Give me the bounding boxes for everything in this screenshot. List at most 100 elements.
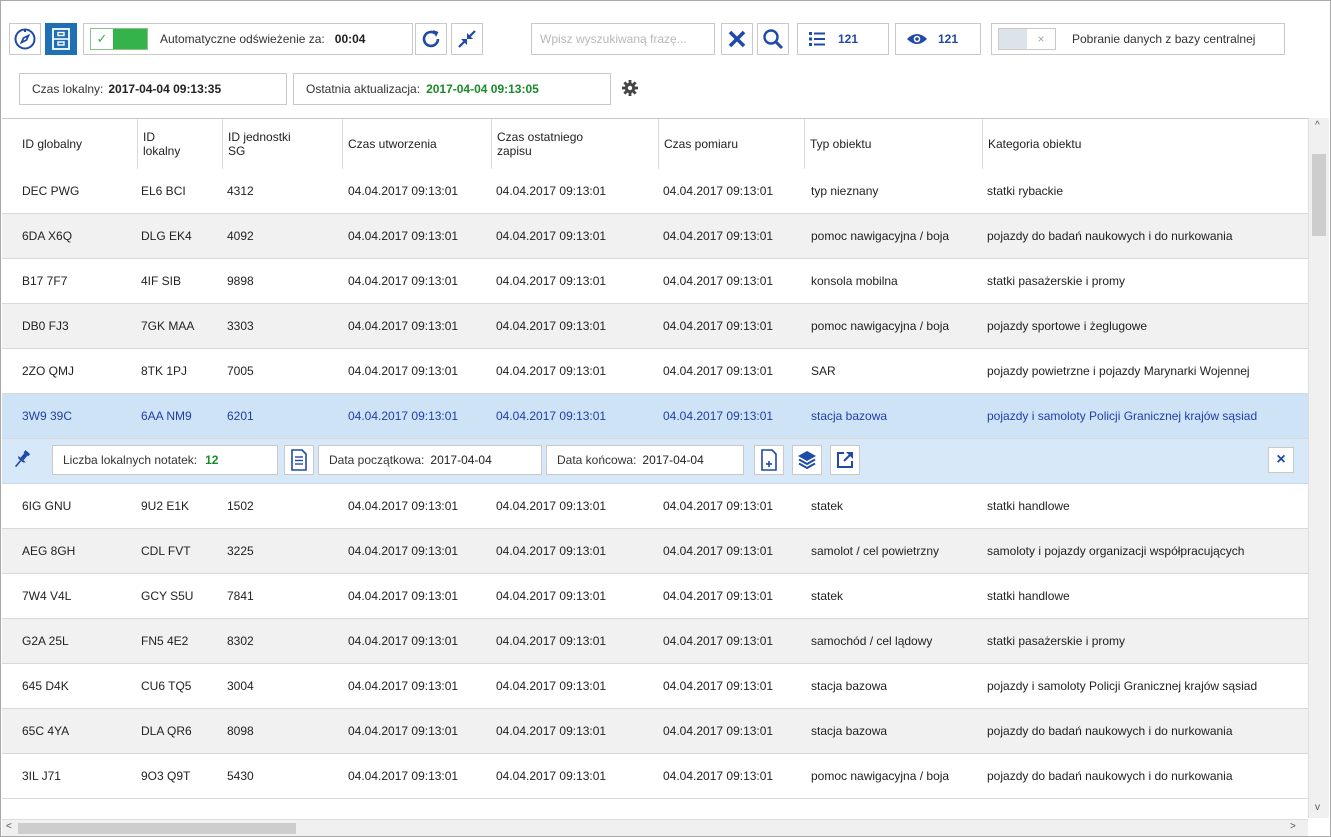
column-header-last-save-time[interactable]: Czas ostatniego zapisu (491, 119, 658, 169)
cell-id-local: DLA QR6 (141, 724, 192, 738)
start-date-field[interactable]: Data początkowa: 2017-04-04 (318, 445, 542, 475)
open-external-button[interactable] (830, 445, 860, 475)
end-date-field[interactable]: Data końcowa: 2017-04-04 (546, 445, 744, 475)
collapse-icon (458, 30, 476, 48)
cell-created-time: 04.04.2017 09:13:01 (348, 499, 459, 513)
table-row-selected[interactable]: 3W9 39C 6AA NM9 6201 04.04.2017 09:13:01 04.… (2, 394, 1308, 439)
visible-count-panel[interactable]: 121 (895, 23, 981, 55)
refresh-button[interactable] (415, 23, 447, 55)
table-row[interactable]: 6IG GNU 9U2 E1K 1502 04.04.2017 09:13:01 04.… (2, 484, 1308, 529)
cell-object-category: pojazdy do badań naukowych i do nurkowan… (987, 229, 1233, 243)
pin-button[interactable] (10, 447, 38, 475)
local-time-value: 2017-04-04 09:13:35 (108, 82, 222, 96)
column-header-id-global[interactable]: ID globalny (2, 119, 137, 169)
scroll-down-icon[interactable]: v (1315, 802, 1320, 813)
table-row[interactable]: DB0 FJ3 7GK MAA 3303 04.04.2017 09:13:01 04.… (2, 304, 1308, 349)
notes-document-button[interactable] (284, 445, 314, 475)
search-input[interactable]: Wpisz wyszukiwaną frazę... (531, 23, 715, 55)
cell-object-category: samoloty i pojazdy organizacji współprac… (987, 544, 1245, 558)
cell-id-local: EL6 BCI (141, 184, 186, 198)
cell-object-category: pojazdy sportowe i żeglugowe (987, 319, 1148, 333)
cell-id-global: 6DA X6Q (22, 229, 73, 243)
cell-id-local: DLG EK4 (141, 229, 192, 243)
cell-id-global: 2ZO QMJ (22, 364, 75, 378)
add-note-button[interactable] (754, 445, 784, 475)
cell-measure-time: 04.04.2017 09:13:01 (663, 544, 774, 558)
app-window: ✓ Automatyczne odświeżenie za: 00:04 Wpi… (0, 0, 1331, 837)
end-date-value: 2017-04-04 (642, 453, 704, 467)
cell-id-local: 4IF SIB (141, 274, 182, 288)
cell-measure-time: 04.04.2017 09:13:01 (663, 319, 774, 333)
cell-object-category: statki handlowe (987, 589, 1070, 603)
close-detail-button[interactable]: × (1268, 447, 1294, 473)
cabinet-button[interactable] (45, 23, 77, 55)
column-header-object-type[interactable]: Typ obiektu (804, 119, 982, 169)
cell-id-global: 3W9 39C (22, 409, 73, 423)
cell-id-unit: 9898 (227, 274, 254, 288)
column-header-id-unit[interactable]: ID jednostki SG (222, 119, 342, 169)
column-header-object-category[interactable]: Kategoria obiektu (982, 119, 1308, 169)
cell-created-time: 04.04.2017 09:13:01 (348, 319, 459, 333)
clear-search-button[interactable] (721, 23, 753, 55)
horizontal-scroll-thumb[interactable] (18, 823, 296, 834)
search-button[interactable] (757, 23, 789, 55)
cell-id-local: 9U2 E1K (141, 499, 190, 513)
table-row[interactable]: G2A 25L FN5 4E2 8302 04.04.2017 09:13:01 04.… (2, 619, 1308, 664)
table-row[interactable]: 7W4 V4L GCY S5U 7841 04.04.2017 09:13:01 04.… (2, 574, 1308, 619)
cell-measure-time: 04.04.2017 09:13:01 (663, 679, 774, 693)
vertical-scrollbar[interactable]: ^ v (1308, 118, 1329, 818)
list-count-panel[interactable]: 121 (797, 23, 889, 55)
cell-id-unit: 8098 (227, 724, 254, 738)
cell-object-type: pomoc nawigacyjna / boja (811, 229, 950, 243)
cell-object-category: pojazdy do badań naukowych i do nurkowan… (987, 724, 1233, 738)
table-row[interactable]: 3IL J71 9O3 Q9T 5430 04.04.2017 09:13:01 04.… (2, 754, 1308, 799)
column-header-measure-time[interactable]: Czas pomiaru (658, 119, 804, 169)
compass-button[interactable] (9, 23, 41, 55)
column-header-id-local[interactable]: ID lokalny (137, 119, 222, 169)
end-date-label: Data końcowa: (557, 453, 637, 467)
search-icon (763, 29, 784, 50)
cell-id-global: G2A 25L (22, 634, 69, 648)
list-icon (809, 32, 825, 46)
column-header-created-time[interactable]: Czas utworzenia (342, 119, 491, 169)
cell-object-category: statki pasażerskie i promy (987, 634, 1126, 648)
start-date-value: 2017-04-04 (430, 453, 492, 467)
cell-object-type: samolot / cel powietrzny (811, 544, 940, 558)
cell-object-type: samochód / cel lądowy (811, 634, 933, 648)
document-icon (291, 449, 307, 471)
collapse-button[interactable] (451, 23, 483, 55)
table-row[interactable]: B17 7F7 4IF SIB 9898 04.04.2017 09:13:01 04.… (2, 259, 1308, 304)
cabinet-icon (52, 28, 70, 50)
layers-button[interactable] (792, 445, 822, 475)
table-row[interactable]: 6DA X6Q DLG EK4 4092 04.04.2017 09:13:01 04.… (2, 214, 1308, 259)
cell-created-time: 04.04.2017 09:13:01 (348, 679, 459, 693)
table-row[interactable]: AEG 8GH CDL FVT 3225 04.04.2017 09:13:01 04.… (2, 529, 1308, 574)
cell-object-type: statek (811, 589, 844, 603)
scroll-left-icon[interactable]: < (6, 821, 12, 832)
central-db-toggle[interactable]: × (998, 28, 1056, 50)
table-row[interactable]: DEC PWG EL6 BCI 4312 04.04.2017 09:13:01 04.… (2, 169, 1308, 214)
pin-icon (14, 450, 31, 468)
cell-created-time: 04.04.2017 09:13:01 (348, 184, 459, 198)
cell-id-unit: 4092 (227, 229, 254, 243)
scroll-right-icon[interactable]: > (1290, 821, 1296, 832)
auto-refresh-toggle[interactable]: ✓ (90, 28, 148, 50)
table-row[interactable]: 65C 4YA DLA QR6 8098 04.04.2017 09:13:01 04.… (2, 709, 1308, 754)
table-row[interactable]: 645 D4K CU6 TQ5 3004 04.04.2017 09:13:01 04.… (2, 664, 1308, 709)
cell-last-save-time: 04.04.2017 09:13:01 (496, 229, 607, 243)
settings-button[interactable] (621, 79, 641, 99)
table-row[interactable]: 2ZO QMJ 8TK 1PJ 7005 04.04.2017 09:13:01 04.… (2, 349, 1308, 394)
cell-measure-time: 04.04.2017 09:13:01 (663, 364, 774, 378)
cell-last-save-time: 04.04.2017 09:13:01 (496, 589, 607, 603)
horizontal-scrollbar[interactable]: < > (2, 819, 1308, 836)
vertical-scroll-thumb[interactable] (1312, 154, 1326, 236)
cell-object-category: statki pasażerskie i promy (987, 274, 1126, 288)
cell-id-global: 7W4 V4L (22, 589, 72, 603)
cell-id-global: DB0 FJ3 (22, 319, 69, 333)
cell-measure-time: 04.04.2017 09:13:01 (663, 634, 774, 648)
scroll-up-icon[interactable]: ^ (1315, 120, 1320, 131)
last-update-panel: Ostatnia aktualizacja: 2017-04-04 09:13:… (293, 73, 611, 105)
cell-id-global: DEC PWG (22, 184, 80, 198)
clear-icon (728, 30, 746, 48)
toggle-knob: × (1027, 29, 1055, 49)
